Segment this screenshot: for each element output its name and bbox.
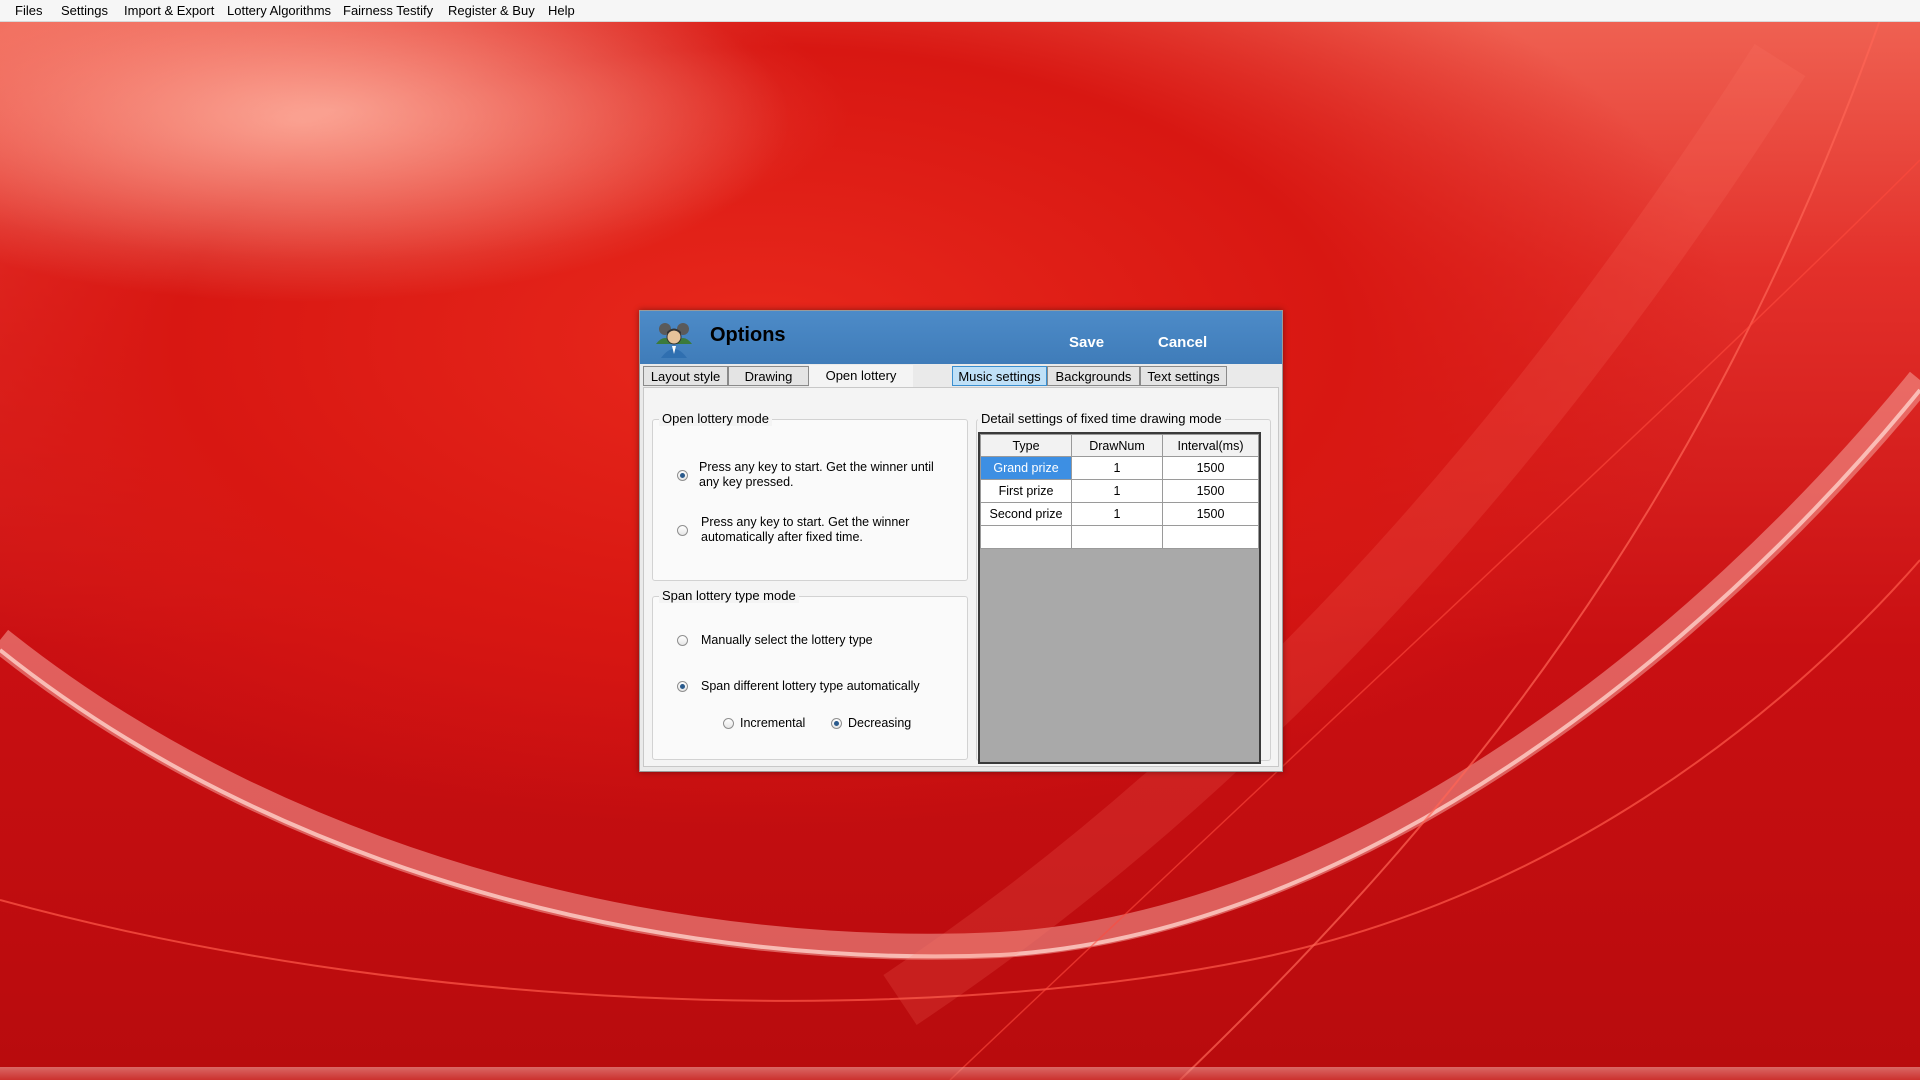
table-cell[interactable]: 1 xyxy=(1071,479,1163,503)
tab-panel-open-lottery-mode: Open lottery mode Press any key to start… xyxy=(643,387,1279,767)
detail-settings-table: Type DrawNum Interval(ms) Grand prize 1 … xyxy=(978,432,1261,764)
table-cell[interactable]: 1500 xyxy=(1162,456,1259,480)
table-row[interactable] xyxy=(980,525,1259,549)
table-cell[interactable]: 1 xyxy=(1071,502,1163,526)
tab-text-settings[interactable]: Text settings xyxy=(1140,366,1227,386)
users-icon xyxy=(656,323,692,358)
option1-line1: Press any key to start. Get the winner u… xyxy=(699,460,934,474)
radio-fixed-time[interactable] xyxy=(677,525,688,536)
dialog-title: Options xyxy=(710,324,786,346)
radio-stop-on-keypress[interactable] xyxy=(677,470,688,481)
bottom-edge xyxy=(0,1067,1920,1080)
table-cell[interactable]: Grand prize xyxy=(980,456,1072,480)
table-cell[interactable]: Second prize xyxy=(980,502,1072,526)
open-lottery-mode-title: Open lottery mode xyxy=(659,411,772,426)
span-lottery-type-group: Span lottery type mode Manually select t… xyxy=(652,588,968,760)
menu-settings[interactable]: Settings xyxy=(61,3,108,18)
save-button[interactable]: Save xyxy=(1069,334,1104,351)
tab-drawing-effect[interactable]: Drawing effect xyxy=(728,366,809,404)
prize-table: Type DrawNum Interval(ms) Grand prize 1 … xyxy=(980,434,1259,549)
options-dialog: Options Save Cancel Layout style Drawing… xyxy=(639,310,1283,772)
table-cell[interactable]: First prize xyxy=(980,479,1072,503)
option2-line1: Press any key to start. Get the winner xyxy=(701,515,910,529)
table-row[interactable]: First prize 1 1500 xyxy=(980,479,1259,503)
table-row[interactable]: Second prize 1 1500 xyxy=(980,502,1259,526)
column-header-interval: Interval(ms) xyxy=(1162,434,1259,457)
decreasing-label: Decreasing xyxy=(848,716,912,730)
menu-lottery-algorithms[interactable]: Lottery Algorithms xyxy=(227,3,331,18)
menu-bar: Files Settings Import & Export Lottery A… xyxy=(0,0,1920,22)
table-cell[interactable]: 1500 xyxy=(1162,502,1259,526)
table-cell[interactable]: 1 xyxy=(1071,456,1163,480)
option2-line2: automatically after fixed time. xyxy=(701,530,863,544)
radio-manual-select[interactable] xyxy=(677,635,688,646)
menu-import-export[interactable]: Import & Export xyxy=(124,3,214,18)
tab-backgrounds[interactable]: Backgrounds xyxy=(1047,366,1140,386)
menu-files[interactable]: Files xyxy=(15,3,42,18)
open-lottery-mode-group: Open lottery mode Press any key to start… xyxy=(652,411,968,581)
option-stop-on-keypress-label: Press any key to start. Get the winner u… xyxy=(699,460,934,490)
dialog-header: Options Save Cancel xyxy=(640,311,1282,364)
tab-music-settings[interactable]: Music settings xyxy=(952,366,1047,386)
radio-incremental[interactable] xyxy=(723,718,734,729)
menu-register-buy[interactable]: Register & Buy xyxy=(448,3,535,18)
radio-decreasing[interactable] xyxy=(831,718,842,729)
span-lottery-type-title: Span lottery type mode xyxy=(659,588,799,603)
table-cell[interactable]: 1500 xyxy=(1162,479,1259,503)
span-auto-label: Span different lottery type automaticall… xyxy=(701,679,920,693)
table-cell[interactable] xyxy=(1071,525,1163,549)
table-row[interactable]: Grand prize 1 1500 xyxy=(980,456,1259,480)
tab-open-lottery-mode[interactable]: Open lottery mode xyxy=(809,365,913,403)
detail-settings-title: Detail settings of fixed time drawing mo… xyxy=(978,411,1225,426)
menu-help[interactable]: Help xyxy=(548,3,575,18)
table-cell[interactable] xyxy=(980,525,1072,549)
table-header-row: Type DrawNum Interval(ms) xyxy=(980,434,1259,457)
option1-line2: any key pressed. xyxy=(699,475,794,489)
column-header-type: Type xyxy=(980,434,1072,457)
column-header-drawnum: DrawNum xyxy=(1071,434,1163,457)
tab-bar: Layout style Drawing effect Open lottery… xyxy=(643,365,1279,404)
cancel-button[interactable]: Cancel xyxy=(1158,334,1207,351)
manual-select-label: Manually select the lottery type xyxy=(701,633,873,647)
detail-settings-group: Detail settings of fixed time drawing mo… xyxy=(976,411,1271,764)
option-fixed-time-label: Press any key to start. Get the winner a… xyxy=(701,515,909,545)
incremental-label: Incremental xyxy=(740,716,806,730)
radio-span-auto[interactable] xyxy=(677,681,688,692)
tab-layout-style[interactable]: Layout style xyxy=(643,366,728,386)
table-cell[interactable] xyxy=(1162,525,1259,549)
menu-fairness-testify[interactable]: Fairness Testify xyxy=(343,3,433,18)
